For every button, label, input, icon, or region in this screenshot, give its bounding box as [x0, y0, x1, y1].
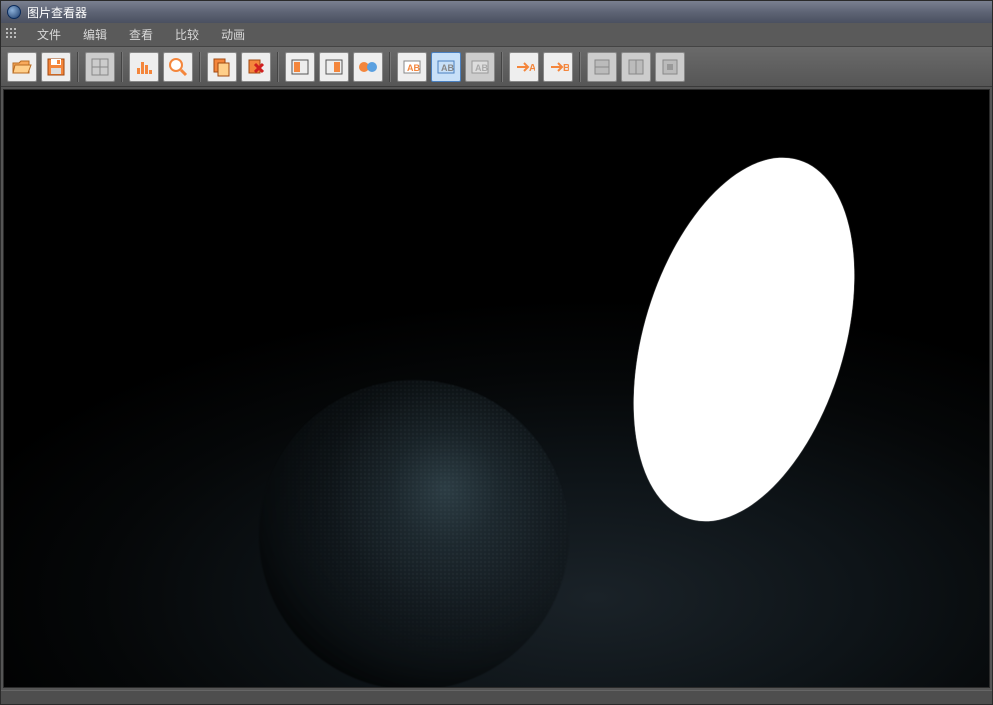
svg-text:AB: AB	[407, 63, 420, 73]
copy-button[interactable]	[207, 52, 237, 82]
save-button[interactable]	[41, 52, 71, 82]
set-b-icon: B	[547, 56, 569, 78]
open-button[interactable]	[7, 52, 37, 82]
delete-icon	[245, 56, 267, 78]
image-viewport[interactable]	[3, 89, 990, 688]
ab-label-button[interactable]: AB	[397, 52, 427, 82]
toolbar-separator	[579, 52, 581, 82]
open-folder-icon	[11, 56, 33, 78]
histogram-button[interactable]	[129, 52, 159, 82]
delete-button[interactable]	[241, 52, 271, 82]
menubar: 文件 编辑 查看 比较 动画	[1, 23, 992, 47]
menu-view[interactable]: 查看	[119, 23, 163, 46]
ab-diff-icon: AB	[469, 56, 491, 78]
window-title: 图片查看器	[27, 4, 87, 21]
set-a-icon: A	[513, 56, 535, 78]
grid-icon	[89, 56, 111, 78]
histogram-icon	[133, 56, 155, 78]
single-view-a-button[interactable]	[285, 52, 315, 82]
single-view-b-icon	[323, 56, 345, 78]
filter2-button[interactable]	[621, 52, 651, 82]
app-icon	[7, 5, 21, 19]
set-b-button[interactable]: B	[543, 52, 573, 82]
toolbar-separator	[77, 52, 79, 82]
menu-edit[interactable]: 编辑	[73, 23, 117, 46]
svg-text:AB: AB	[441, 63, 454, 73]
filter-3-icon	[659, 56, 681, 78]
ab-compare-button[interactable]: AB	[431, 52, 461, 82]
toolbar-separator	[277, 52, 279, 82]
swap-ab-button[interactable]	[353, 52, 383, 82]
set-a-button[interactable]: A	[509, 52, 539, 82]
zoom-button[interactable]	[163, 52, 193, 82]
toolbar-separator	[121, 52, 123, 82]
render-sphere	[259, 380, 569, 688]
toolbar-separator	[389, 52, 391, 82]
rendered-image	[4, 90, 989, 687]
magnify-icon	[167, 56, 189, 78]
render-light-disc	[594, 131, 895, 548]
picture-viewer-window: 图片查看器 文件 编辑 查看 比较 动画 AB AB AB A B	[0, 0, 993, 705]
statusbar	[1, 690, 992, 704]
menu-animation[interactable]: 动画	[211, 23, 255, 46]
svg-text:B: B	[563, 63, 569, 74]
single-view-b-button[interactable]	[319, 52, 349, 82]
filter1-button[interactable]	[587, 52, 617, 82]
filter-2-icon	[625, 56, 647, 78]
ab-diff-button[interactable]: AB	[465, 52, 495, 82]
ab-compare-icon: AB	[435, 56, 457, 78]
single-view-a-icon	[289, 56, 311, 78]
toolbar-separator	[199, 52, 201, 82]
menu-compare[interactable]: 比较	[165, 23, 209, 46]
save-icon	[45, 56, 67, 78]
copy-icon	[211, 56, 233, 78]
titlebar[interactable]: 图片查看器	[1, 1, 992, 23]
svg-text:A: A	[529, 63, 535, 74]
ab-label-icon: AB	[401, 56, 423, 78]
toolbar-separator	[501, 52, 503, 82]
grid-button[interactable]	[85, 52, 115, 82]
toolbar: AB AB AB A B	[1, 47, 992, 87]
menu-grip-icon	[5, 27, 21, 43]
menu-file[interactable]: 文件	[27, 23, 71, 46]
filter3-button[interactable]	[655, 52, 685, 82]
filter-1-icon	[591, 56, 613, 78]
swap-ab-icon	[357, 56, 379, 78]
svg-text:AB: AB	[475, 63, 488, 73]
